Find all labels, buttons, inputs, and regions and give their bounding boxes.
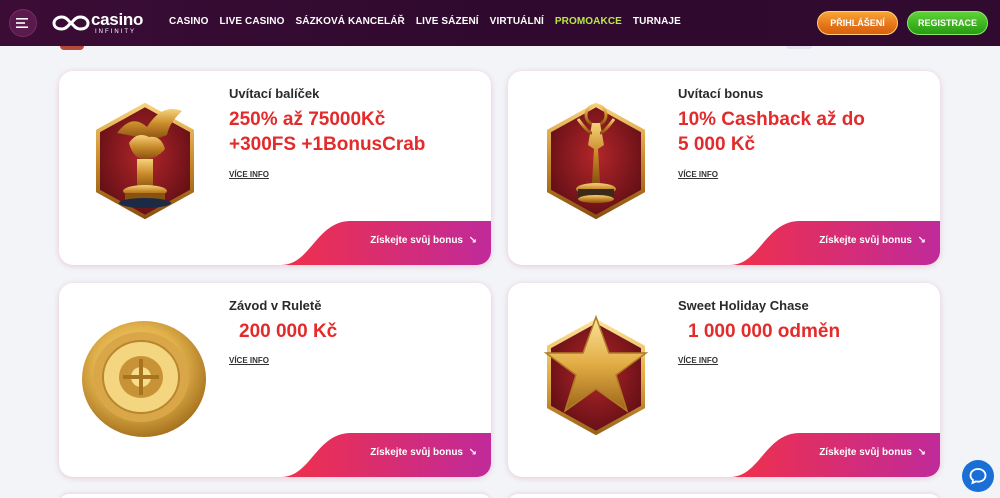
main-nav: CASINO LIVE CASINO SÁZKOVÁ KANCELÁŘ LIVE… xyxy=(169,16,692,27)
promo-card-sweet-holiday-chase: Sweet Holiday Chase 1 000 000 odměn VÍCE… xyxy=(508,283,940,477)
get-bonus-button[interactable]: Získejte svůj bonus ↘ xyxy=(730,433,940,477)
top-navbar: casino INFINITY CASINO LIVE CASINO SÁZKO… xyxy=(0,0,1000,46)
get-bonus-button[interactable]: Získejte svůj bonus ↘ xyxy=(281,221,491,265)
login-button[interactable]: PŘIHLÁŠENÍ xyxy=(817,11,898,35)
hamburger-icon xyxy=(16,18,28,28)
cta-label: Získejte svůj bonus xyxy=(819,235,912,246)
previous-card-edge xyxy=(60,46,84,50)
previous-card-edge xyxy=(786,46,812,49)
more-info-link[interactable]: VÍCE INFO xyxy=(229,170,269,179)
next-card-edge xyxy=(508,494,940,498)
nav-sportsbook[interactable]: SÁZKOVÁ KANCELÁŘ xyxy=(296,16,405,27)
nav-live-betting[interactable]: LIVE SÁZENÍ xyxy=(416,16,479,27)
logo-text: casino xyxy=(91,10,144,29)
more-info-link[interactable]: VÍCE INFO xyxy=(229,356,269,365)
cta-label: Získejte svůj bonus xyxy=(819,447,912,458)
arrow-down-right-icon: ↘ xyxy=(468,447,477,458)
logo-subtext: INFINITY xyxy=(95,29,136,35)
winged-lion-trophy-icon xyxy=(96,102,194,220)
card-offer: 1 000 000 odměn xyxy=(688,319,840,344)
card-title: Sweet Holiday Chase xyxy=(678,298,809,313)
offer-line: 5 000 Kč xyxy=(678,134,756,155)
offer-line: 1 000 000 odměn xyxy=(688,321,841,342)
get-bonus-button[interactable]: Získejte svůj bonus ↘ xyxy=(281,433,491,477)
offer-line: 250% až 75000Kč xyxy=(229,109,386,130)
cta-label: Získejte svůj bonus xyxy=(370,447,463,458)
live-chat-button[interactable] xyxy=(962,460,994,492)
promo-card-roulette-race: Závod v Ruletě 200 000 Kč VÍCE INFO Získ… xyxy=(59,283,491,477)
card-offer: 10% Cashback až do 5 000 Kč xyxy=(678,107,865,157)
card-offer: 250% až 75000Kč +300FS +1BonusCrab xyxy=(229,107,425,157)
offer-line: 10% Cashback až do xyxy=(678,109,865,130)
offer-line: +300FS +1BonusCrab xyxy=(229,134,426,155)
hamburger-menu-button[interactable] xyxy=(9,9,37,37)
arrow-down-right-icon: ↘ xyxy=(917,447,926,458)
statuette-trophy-icon xyxy=(547,102,645,220)
get-bonus-button[interactable]: Získejte svůj bonus ↘ xyxy=(730,221,940,265)
gold-star-icon xyxy=(543,314,649,436)
nav-tournaments[interactable]: TURNAJE xyxy=(633,16,681,27)
card-offer: 200 000 Kč xyxy=(239,319,337,344)
nav-live-casino[interactable]: LIVE CASINO xyxy=(220,16,285,27)
arrow-down-right-icon: ↘ xyxy=(917,235,926,246)
nav-casino[interactable]: CASINO xyxy=(169,16,209,27)
promo-card-welcome-bonus: Uvítací bonus 10% Cashback až do 5 000 K… xyxy=(508,71,940,265)
nav-virtual[interactable]: VIRTUÁLNÍ xyxy=(490,16,544,27)
more-info-link[interactable]: VÍCE INFO xyxy=(678,170,718,179)
offer-line: 200 000 Kč xyxy=(239,321,338,342)
nav-promotions[interactable]: PROMOAKCE xyxy=(555,16,622,27)
cta-label: Získejte svůj bonus xyxy=(370,235,463,246)
card-title: Závod v Ruletě xyxy=(229,298,322,313)
more-info-link[interactable]: VÍCE INFO xyxy=(678,356,718,365)
casino-infinity-logo[interactable]: casino INFINITY xyxy=(52,11,143,35)
card-title: Uvítací balíček xyxy=(229,86,320,101)
roulette-wheel-icon xyxy=(82,321,206,437)
register-button[interactable]: REGISTRACE xyxy=(907,11,988,35)
infinity-logo-icon xyxy=(52,15,90,31)
next-card-edge xyxy=(59,494,491,498)
promo-card-welcome-package: Uvítací balíček 250% až 75000Kč +300FS +… xyxy=(59,71,491,265)
card-title: Uvítací bonus xyxy=(678,86,764,101)
arrow-down-right-icon: ↘ xyxy=(468,235,477,246)
chat-bubble-icon xyxy=(969,468,987,485)
